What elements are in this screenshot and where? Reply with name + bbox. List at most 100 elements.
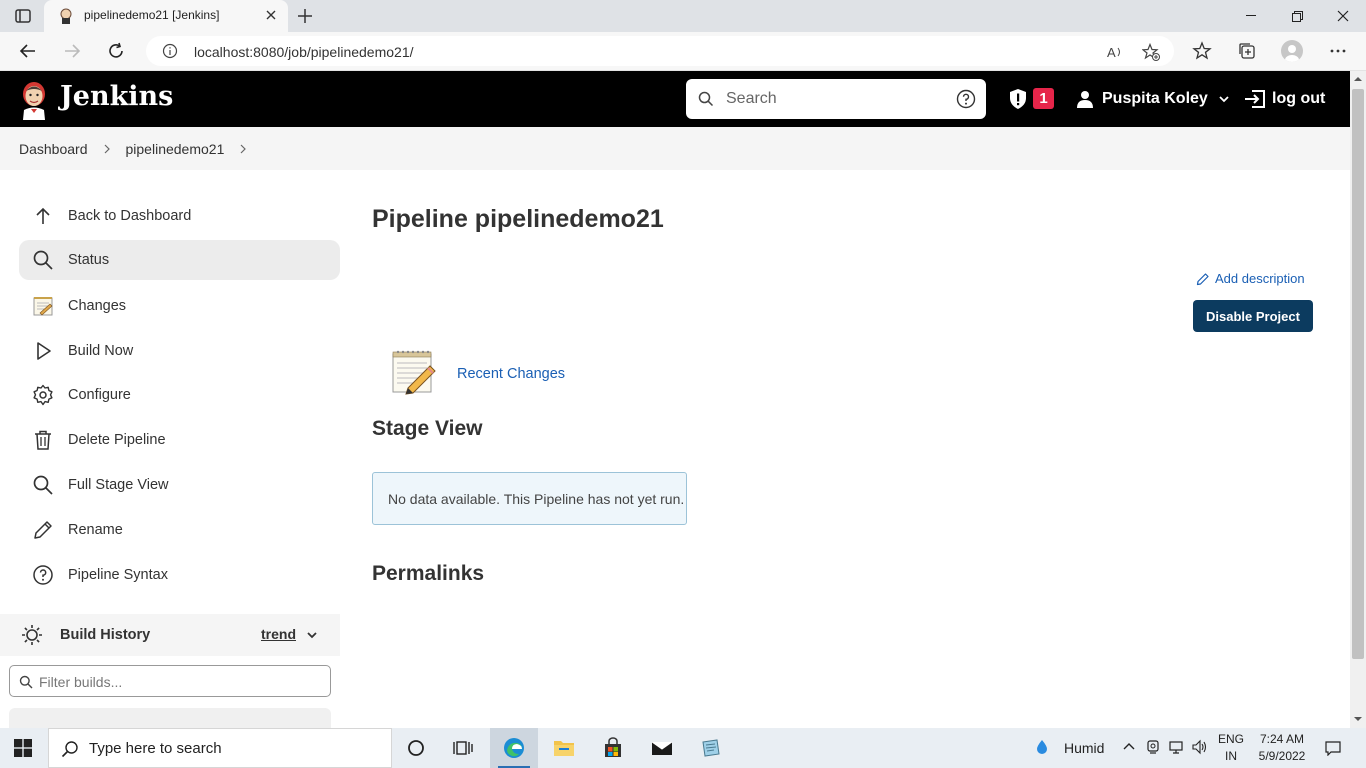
taskbar-search-box[interactable]: Type here to search [48, 728, 392, 768]
folder-icon [554, 741, 574, 756]
build-history-list [9, 708, 331, 728]
browser-tab[interactable]: pipelinedemo21 [Jenkins] [44, 0, 288, 32]
input-language[interactable]: ENG IN [1216, 731, 1246, 765]
sidebar-item-changes[interactable]: Changes [19, 286, 340, 326]
sidebar-item-delete-pipeline[interactable]: Delete Pipeline [19, 420, 340, 460]
security-alert-badge[interactable]: 1 [1033, 88, 1054, 109]
sidebar-item-label: Build Now [68, 343, 134, 359]
profile-icon [1285, 45, 1299, 62]
sidebar-item-configure[interactable]: Configure [19, 375, 340, 415]
sidebar-item-pipeline-syntax[interactable]: Pipeline Syntax [19, 555, 340, 595]
logout-link[interactable]: log out [1244, 88, 1325, 110]
page-title: Pipeline pipelinedemo21 [372, 205, 664, 233]
site-info-icon[interactable] [162, 43, 178, 59]
notepad-icon [392, 350, 436, 395]
sidebar-item-rename[interactable]: Rename [19, 510, 340, 550]
pencil-icon [34, 521, 52, 539]
sidebar-item-full-stage-view[interactable]: Full Stage View [19, 465, 340, 505]
read-aloud-icon[interactable]: A [1106, 43, 1124, 61]
security-shield-icon[interactable] [1007, 88, 1029, 110]
page-scrollbar[interactable] [1350, 71, 1366, 728]
stage-view-heading: Stage View [372, 417, 483, 440]
more-options-icon[interactable] [1328, 41, 1348, 61]
arrow-up-icon [36, 207, 50, 224]
url-text: localhost:8080/job/pipelinedemo21/ [194, 44, 414, 60]
no-data-alert: No data available. This Pipeline has not… [372, 472, 687, 525]
task-view-button[interactable] [440, 728, 488, 768]
store-icon [605, 737, 621, 757]
taskbar-app[interactable] [687, 728, 735, 768]
weather-icon[interactable] [1034, 739, 1050, 755]
weather-text[interactable]: Humid [1064, 740, 1104, 756]
windows-start-icon[interactable] [14, 739, 32, 757]
user-name: Puspita Koley [1102, 90, 1208, 107]
chevron-down-icon[interactable] [306, 629, 318, 641]
sidebar-item-build-now[interactable]: Build Now [19, 331, 340, 371]
restore-button[interactable] [1274, 0, 1320, 32]
build-history-title: Build History [60, 627, 151, 643]
jenkins-header: Jenkins 1 Puspita Koley log out [0, 71, 1350, 127]
scroll-down-icon[interactable] [1354, 715, 1362, 723]
pencil-icon [1196, 272, 1209, 285]
jenkins-logo-icon[interactable] [18, 80, 50, 120]
jenkins-search-box [686, 79, 986, 119]
notepad-icon [33, 297, 53, 316]
clock-date: 5/9/2022 [1258, 749, 1306, 763]
minimize-button[interactable] [1228, 0, 1274, 32]
user-menu[interactable]: Puspita Koley [1076, 88, 1230, 110]
sidebar-item-label: Delete Pipeline [68, 432, 166, 448]
breadcrumb-pipelinedemo21[interactable]: pipelinedemo21 [126, 141, 225, 157]
notifications-icon[interactable] [1325, 740, 1341, 756]
chevron-right-icon[interactable] [238, 144, 248, 154]
taskbar-edge-app[interactable] [490, 728, 538, 768]
collections-icon[interactable] [1237, 41, 1257, 61]
no-data-message: No data available. This Pipeline has not… [388, 491, 685, 507]
edge-icon [504, 738, 524, 758]
windows-taskbar: Type here to search Humid ENG IN 7:24 AM… [0, 728, 1366, 768]
new-tab-icon[interactable] [296, 7, 314, 25]
close-window-button[interactable] [1320, 0, 1366, 32]
search-input[interactable] [726, 87, 936, 111]
cortana-button[interactable] [392, 728, 440, 768]
breadcrumb-dashboard[interactable]: Dashboard [19, 141, 88, 157]
volume-icon[interactable] [1192, 739, 1208, 755]
trend-link[interactable]: trend [261, 626, 296, 642]
add-favorite-icon[interactable] [1142, 43, 1160, 61]
taskbar-file-explorer[interactable] [540, 728, 588, 768]
scrollbar-thumb[interactable] [1352, 89, 1364, 659]
system-clock[interactable]: 7:24 AM 5/9/2022 [1252, 731, 1312, 765]
taskbar-search-placeholder: Type here to search [89, 740, 222, 757]
disable-project-button[interactable]: Disable Project [1193, 300, 1313, 332]
logout-icon [1245, 90, 1265, 108]
profile-avatar[interactable] [1281, 40, 1303, 62]
back-icon[interactable] [18, 41, 38, 61]
sidebar-item-status[interactable]: Status [19, 240, 340, 280]
device-icon[interactable] [1145, 739, 1161, 755]
sidebar-item-label: Back to Dashboard [68, 208, 192, 224]
taskbar-mail[interactable] [638, 728, 686, 768]
add-description-link[interactable]: Add description [1196, 271, 1305, 286]
tab-actions-icon[interactable] [14, 7, 32, 25]
chevron-up-icon[interactable] [1121, 739, 1137, 755]
refresh-icon[interactable] [106, 41, 126, 61]
address-bar[interactable]: localhost:8080/job/pipelinedemo21/ A [146, 36, 1174, 66]
jenkins-brand[interactable]: Jenkins [60, 81, 173, 112]
scroll-up-icon[interactable] [1354, 75, 1362, 83]
cortana-icon [408, 740, 424, 756]
close-tab-icon[interactable] [264, 8, 278, 22]
favorites-icon[interactable] [1192, 41, 1212, 61]
filter-builds-box [9, 665, 331, 697]
network-icon[interactable] [1169, 739, 1185, 755]
search-icon [33, 250, 53, 270]
build-history-icon [22, 625, 42, 645]
forward-icon[interactable] [62, 41, 82, 61]
recent-changes-link[interactable]: Recent Changes [457, 366, 565, 382]
taskbar-store[interactable] [589, 728, 637, 768]
trash-icon [35, 430, 51, 450]
search-icon [698, 91, 714, 107]
sidebar-item-back-to-dashboard[interactable]: Back to Dashboard [19, 196, 340, 236]
lang-line1: ENG [1217, 732, 1244, 746]
mail-icon [651, 741, 673, 755]
filter-builds-input[interactable] [39, 672, 309, 692]
search-help-icon[interactable] [956, 89, 976, 109]
